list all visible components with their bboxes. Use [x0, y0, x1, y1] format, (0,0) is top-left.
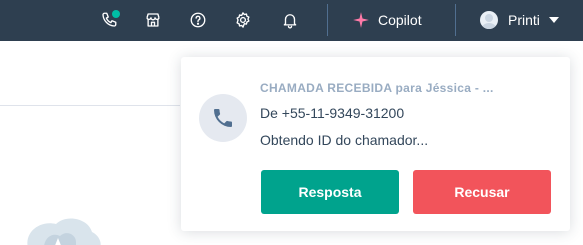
content-divider	[0, 105, 180, 106]
copilot-sparkle-icon	[353, 12, 369, 28]
caller-avatar	[199, 94, 247, 142]
decline-button[interactable]: Recusar	[413, 170, 551, 214]
caller-id-status: Obtendo ID do chamador...	[260, 132, 429, 148]
account-name: Printi	[508, 12, 540, 28]
account-menu[interactable]: Printi	[480, 7, 559, 33]
incoming-call-card: CHAMADA RECEBIDA para Jéssica - ... De +…	[181, 57, 570, 231]
copilot-button[interactable]: Copilot	[352, 7, 422, 33]
phone-icon	[214, 109, 232, 127]
copilot-label: Copilot	[378, 12, 422, 28]
notification-dot	[112, 10, 120, 18]
chevron-down-icon	[548, 17, 559, 23]
empty-state-illustration	[27, 218, 101, 245]
top-navigation-bar: Copilot Printi	[0, 0, 583, 41]
topbar-divider	[327, 4, 328, 36]
notifications-bell-icon[interactable]	[277, 7, 303, 33]
answer-button[interactable]: Resposta	[261, 170, 399, 214]
avatar	[480, 11, 498, 29]
topbar-divider	[455, 4, 456, 36]
caller-number: De +55-11-9349-31200	[260, 105, 405, 121]
calling-phone-icon[interactable]	[96, 7, 122, 33]
settings-gear-icon[interactable]	[230, 7, 256, 33]
marketplace-icon[interactable]	[140, 7, 166, 33]
call-title: CHAMADA RECEBIDA para Jéssica - ...	[260, 81, 494, 95]
help-icon[interactable]	[185, 7, 211, 33]
